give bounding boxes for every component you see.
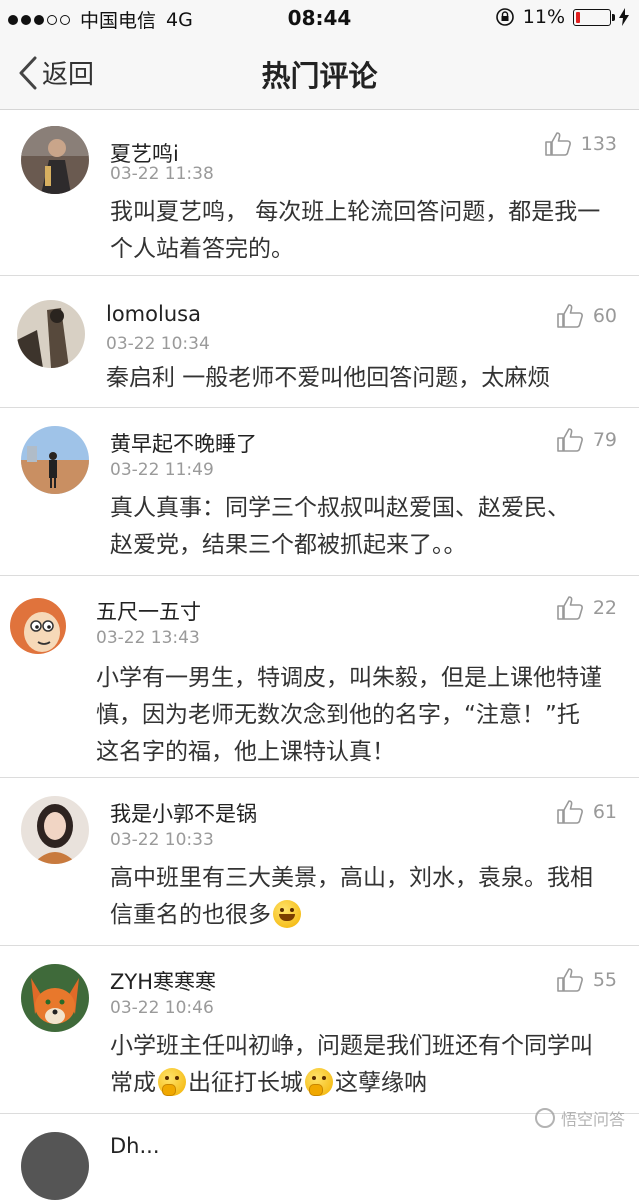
- like-button[interactable]: 55: [557, 968, 617, 992]
- username[interactable]: 五尺一五寸: [96, 596, 201, 626]
- comment-text: 秦启利 一般老师不爱叫他回答问题，太麻烦: [106, 365, 551, 391]
- thumbs-up-icon: [557, 428, 583, 452]
- comment-date: 03-22 10:33: [110, 830, 214, 850]
- comment-date: 03-22 11:49: [110, 460, 214, 480]
- navigation-bar: 返回 热门评论: [0, 36, 639, 110]
- comment-text: 小学有一男生，特调皮，叫朱毅，但是上课他特谨慎，因为老师无数次念到他的名字，“注…: [96, 665, 602, 765]
- username[interactable]: 我是小郭不是锅: [110, 798, 257, 828]
- watermark: 悟空问答: [534, 1106, 625, 1130]
- username[interactable]: 黄早起不晚睡了: [110, 428, 257, 458]
- thumbs-up-icon: [557, 596, 583, 620]
- comment-date: 03-22 10:46: [110, 998, 214, 1018]
- comment-text-a: 高中班里有三大美景，高山，刘水，袁泉。我相信重名的也很多: [110, 865, 593, 928]
- battery-icon: [573, 8, 615, 26]
- like-button[interactable]: 22: [557, 596, 617, 620]
- charging-bolt-icon: [619, 8, 629, 26]
- comment-date: 03-22 11:38: [110, 164, 214, 184]
- comment-item: ZYH寒寒寒 03-22 10:46 55 小学班主任叫初峥，问题是我们班还有个…: [0, 946, 639, 1114]
- comment-item: 我是小郭不是锅 03-22 10:33 61 高中班里有三大美景，高山，刘水，袁…: [0, 778, 639, 946]
- comment-text-c: 这孽缘呐: [335, 1070, 427, 1096]
- like-count: 55: [592, 969, 617, 991]
- thumbs-up-icon: [557, 968, 583, 992]
- comment-text-b: 出征打长城: [188, 1070, 303, 1096]
- avatar[interactable]: [21, 796, 89, 864]
- comment-date: 03-22 10:34: [106, 334, 210, 354]
- avatar[interactable]: [17, 300, 85, 368]
- comment-item: 夏艺鸣i 03-22 11:38 133 我叫夏艺鸣， 每次班上轮流回答问题，都…: [0, 110, 639, 276]
- avatar[interactable]: [4, 592, 76, 664]
- page-title: 热门评论: [261, 59, 378, 93]
- thinking-emoji-icon: [158, 1068, 186, 1096]
- avatar[interactable]: [21, 126, 89, 194]
- thumbs-up-icon: [544, 132, 571, 156]
- comment-date: 03-22 13:43: [96, 628, 200, 648]
- username[interactable]: lomolusa: [106, 302, 201, 326]
- like-count: 79: [592, 429, 617, 451]
- thumbs-up-icon: [557, 304, 583, 328]
- username[interactable]: Dh...: [110, 1134, 160, 1158]
- like-button[interactable]: 60: [557, 304, 617, 328]
- comment-item: lomolusa 03-22 10:34 60 秦启利 一般老师不爱叫他回答问题…: [0, 276, 639, 408]
- avatar[interactable]: [21, 1132, 89, 1200]
- comment-text: 小学班主任叫初峥，问题是我们班还有个同学叫常成 出征打长城 这孽缘呐: [110, 1028, 610, 1102]
- wukong-logo-icon: [534, 1108, 555, 1128]
- rotation-lock-icon: [495, 8, 514, 26]
- comment-text: 真人真事：同学三个叔叔叫赵爱国、赵爱民、赵爱党，结果三个都被抓起来了。。: [110, 495, 570, 558]
- avatar[interactable]: [21, 964, 89, 1032]
- like-button[interactable]: 133: [544, 132, 617, 156]
- avatar[interactable]: [21, 426, 89, 494]
- status-bar: 中国电信 4G 08:44 11%: [0, 0, 639, 36]
- grin-emoji-icon: [273, 900, 301, 928]
- battery-percent: 11%: [522, 6, 565, 28]
- watermark-text: 悟空问答: [560, 1110, 625, 1129]
- comment-item: 黄早起不晚睡了 03-22 11:49 79 真人真事：同学三个叔叔叫赵爱国、赵…: [0, 408, 639, 576]
- like-count: 133: [580, 133, 617, 155]
- comment-text: 高中班里有三大美景，高山，刘水，袁泉。我相信重名的也很多: [110, 860, 600, 934]
- comment-list: 夏艺鸣i 03-22 11:38 133 我叫夏艺鸣， 每次班上轮流回答问题，都…: [0, 110, 639, 1200]
- like-button[interactable]: 61: [557, 800, 617, 824]
- like-count: 60: [592, 305, 617, 327]
- like-count: 61: [592, 801, 617, 823]
- thumbs-up-icon: [557, 800, 583, 824]
- comment-text: 我叫夏艺鸣， 每次班上轮流回答问题，都是我一个人站着答完的。: [110, 199, 601, 262]
- username[interactable]: ZYH寒寒寒: [110, 966, 216, 996]
- thinking-emoji-icon: [305, 1068, 333, 1096]
- comment-item: 五尺一五寸 03-22 13:43 22 小学有一男生，特调皮，叫朱毅，但是上课…: [0, 576, 639, 778]
- like-count: 22: [592, 597, 617, 619]
- like-button[interactable]: 79: [557, 428, 617, 452]
